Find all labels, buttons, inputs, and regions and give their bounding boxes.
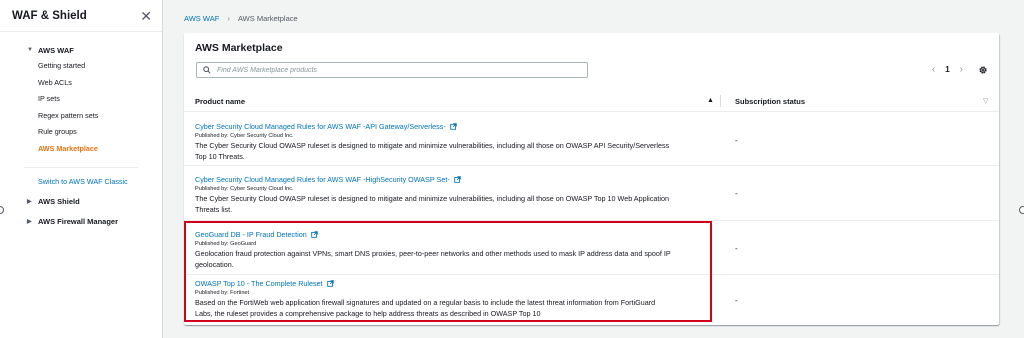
subscription-status: - xyxy=(735,136,738,145)
publisher: Published by: Fortinet xyxy=(195,290,250,296)
sidebar-item-rule-groups[interactable]: Rule groups xyxy=(0,124,162,141)
page-title: AWS Marketplace xyxy=(195,42,283,54)
breadcrumb-current: AWS Marketplace xyxy=(237,14,298,23)
table-row: OWASP Top 10 - The Complete Ruleset Publ… xyxy=(184,276,999,324)
sidebar-section-label: AWS Shield xyxy=(38,197,80,207)
breadcrumb-aws-waf[interactable]: AWS WAF xyxy=(184,14,219,23)
search-input[interactable] xyxy=(217,66,577,74)
search-box[interactable] xyxy=(196,62,588,78)
product-name[interactable]: GeoGuard DB - IP Fraud Detection xyxy=(195,230,307,239)
sort-icon[interactable]: ▽ xyxy=(983,97,988,105)
switch-to-classic-link[interactable]: Switch to AWS WAF Classic xyxy=(0,174,162,190)
sidebar-item-aws-marketplace[interactable]: AWS Marketplace xyxy=(0,141,162,158)
product-name-link[interactable]: GeoGuard DB - IP Fraud Detection xyxy=(195,230,318,239)
external-link-icon xyxy=(453,176,461,183)
sidebar-section-label: AWS WAF xyxy=(38,45,74,55)
product-name-link[interactable]: OWASP Top 10 - The Complete Ruleset xyxy=(195,279,334,288)
publisher: Published by: Cyber Security Cloud Inc. xyxy=(195,186,294,192)
subscription-status: - xyxy=(735,296,738,305)
product-name[interactable]: Cyber Security Cloud Managed Rules for A… xyxy=(195,122,446,131)
product-name-link[interactable]: Cyber Security Cloud Managed Rules for A… xyxy=(195,122,457,131)
subscription-status: - xyxy=(735,189,738,198)
description-line: The Cyber Security Cloud OWASP ruleset i… xyxy=(195,141,670,150)
marketplace-panel: AWS Marketplace ‹ 1 › Product name ▲ Sub… xyxy=(184,33,999,325)
table-row: Cyber Security Cloud Managed Rules for A… xyxy=(184,167,999,221)
publisher: Published by: Cyber Security Cloud Inc. xyxy=(195,133,294,139)
table-header: Product name ▲ Subscription status ▽ xyxy=(184,90,999,112)
sidebar-section-aws-shield[interactable]: ▶ AWS Shield xyxy=(0,194,162,210)
sidebar-title: WAF & Shield xyxy=(12,9,87,22)
publisher: Published by: GeoGuard xyxy=(195,241,257,247)
chevron-right-icon[interactable]: › xyxy=(960,64,963,75)
chevron-right-icon: › xyxy=(227,14,230,23)
right-panel-toggle[interactable] xyxy=(1019,206,1024,214)
side-navigation: WAF & Shield ✕ ▼ AWS WAF Getting started… xyxy=(0,0,163,338)
gear-icon[interactable] xyxy=(978,65,988,75)
product-name[interactable]: OWASP Top 10 - The Complete Ruleset xyxy=(195,279,323,288)
close-icon[interactable]: ✕ xyxy=(140,9,152,23)
pagination: ‹ 1 › xyxy=(932,64,963,75)
product-description: The Cyber Security Cloud OWASP ruleset i… xyxy=(195,194,720,215)
sidebar-section-label: AWS Firewall Manager xyxy=(38,217,119,227)
product-name-link[interactable]: Cyber Security Cloud Managed Rules for A… xyxy=(195,175,461,184)
column-header-product-name[interactable]: Product name xyxy=(195,97,245,106)
external-link-icon xyxy=(326,280,334,287)
description-line: Labs, the ruleset provides a comprehensi… xyxy=(195,308,541,318)
caret-right-icon: ▶ xyxy=(27,219,32,226)
search-icon xyxy=(203,66,211,74)
product-name[interactable]: Cyber Security Cloud Managed Rules for A… xyxy=(195,175,450,184)
description-line: Threats list. xyxy=(195,204,233,214)
description-line: Top 10 Threats. xyxy=(195,151,245,161)
product-description: Geolocation fraud protection against VPN… xyxy=(195,249,720,270)
sidebar-item-ip-sets[interactable]: IP sets xyxy=(0,91,162,108)
external-link-icon xyxy=(311,231,318,238)
description-line: geolocation. xyxy=(195,259,234,269)
caret-right-icon: ▶ xyxy=(27,199,32,206)
sort-ascending-icon[interactable]: ▲ xyxy=(707,97,714,104)
subscription-status: - xyxy=(735,244,738,253)
product-description: The Cyber Security Cloud OWASP ruleset i… xyxy=(195,141,720,162)
column-header-subscription-status[interactable]: Subscription status xyxy=(735,97,805,106)
product-description: Based on the FortiWeb web application fi… xyxy=(195,298,720,319)
page-number[interactable]: 1 xyxy=(945,65,949,74)
chevron-left-icon[interactable]: ‹ xyxy=(932,64,935,75)
caret-down-icon: ▼ xyxy=(27,47,33,53)
description-line: Geolocation fraud protection against VPN… xyxy=(195,249,671,258)
description-line: The Cyber Security Cloud OWASP ruleset i… xyxy=(195,194,669,203)
table-row: GeoGuard DB - IP Fraud Detection Publish… xyxy=(184,222,999,275)
sidebar-divider xyxy=(24,166,138,168)
column-divider[interactable] xyxy=(720,95,721,107)
sidebar-item-getting-started[interactable]: Getting started xyxy=(0,58,162,75)
sidebar-section-aws-waf[interactable]: ▼ AWS WAF xyxy=(0,42,162,58)
sidebar-item-web-acls[interactable]: Web ACLs xyxy=(0,75,162,92)
breadcrumb: AWS WAF › AWS Marketplace xyxy=(184,14,298,23)
sidebar-section-aws-firewall-manager[interactable]: ▶ AWS Firewall Manager xyxy=(0,214,162,230)
sidebar-header: WAF & Shield ✕ xyxy=(0,0,162,32)
sidebar-item-regex-pattern-sets[interactable]: Regex pattern sets xyxy=(0,108,162,125)
description-line: Based on the FortiWeb web application fi… xyxy=(195,298,656,307)
table-row: Cyber Security Cloud Managed Rules for A… xyxy=(184,113,999,166)
external-link-icon xyxy=(449,123,457,130)
